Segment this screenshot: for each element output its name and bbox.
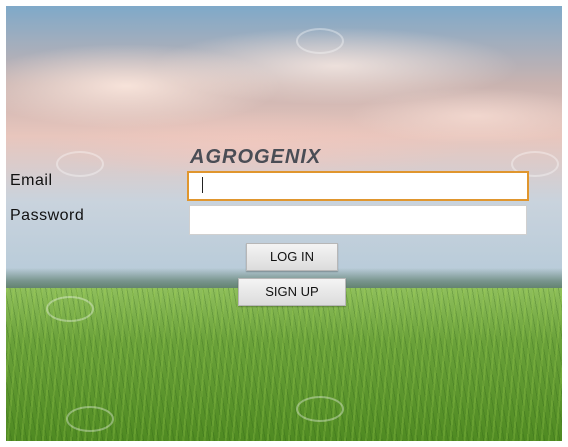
email-label: Email <box>10 172 53 189</box>
password-label: Password <box>10 207 85 224</box>
text-cursor <box>202 177 203 193</box>
watermark-icon <box>46 296 94 322</box>
login-button[interactable]: LOG IN <box>246 243 338 271</box>
email-field[interactable] <box>187 171 529 201</box>
password-field[interactable] <box>189 205 527 235</box>
watermark-icon <box>296 28 344 54</box>
signup-button[interactable]: SIGN UP <box>238 278 346 306</box>
watermark-icon <box>56 151 104 177</box>
watermark-icon <box>296 396 344 422</box>
login-screen: AGROGENIX Email Password LOG IN SIGN UP <box>6 6 562 441</box>
watermark-icon <box>66 406 114 432</box>
